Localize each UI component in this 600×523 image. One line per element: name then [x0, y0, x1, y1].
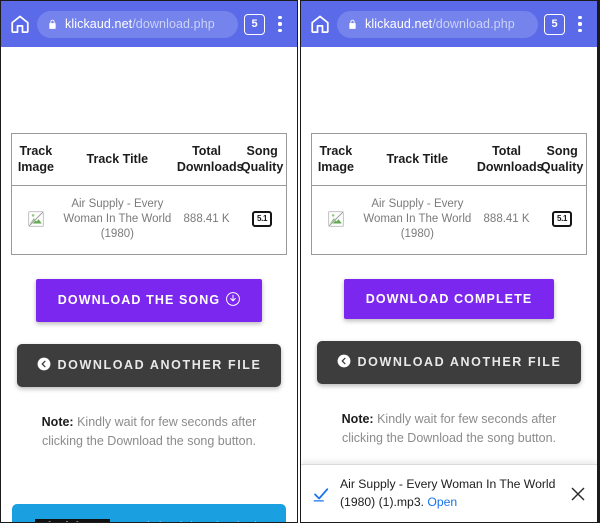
- lock-icon: [47, 18, 58, 31]
- url-domain: klickaud.net: [65, 17, 133, 31]
- download-another-file-button[interactable]: DOWNLOAD ANOTHER FILE: [16, 343, 282, 387]
- more-vertical-icon[interactable]: [571, 13, 589, 35]
- right-phone-screenshot: klickaud.net/download.php 5 Track Image …: [300, 0, 598, 523]
- table-row: Air Supply - Every Woman In The World (1…: [12, 186, 287, 255]
- close-icon[interactable]: [569, 485, 587, 503]
- disclaimer-label: Disclaimer:: [34, 519, 111, 522]
- quality-badge: 5.1: [551, 211, 573, 228]
- disclaimer-box: Disclaimer: SoundCloud downloader is onl…: [12, 504, 286, 522]
- back-arrow-circle-icon: [337, 354, 351, 371]
- url-text: klickaud.net/download.php: [365, 17, 515, 31]
- note-label: Note:: [341, 411, 374, 426]
- column-header-total-downloads: Total Downloads: [474, 133, 544, 186]
- cell-track-title: Air Supply - Every Woman In The World (1…: [363, 198, 472, 240]
- home-icon[interactable]: [309, 13, 331, 35]
- secondary-button-row: DOWNLOAD ANOTHER FILE: [301, 319, 597, 384]
- download-another-file-label: DOWNLOAD ANOTHER FILE: [357, 354, 562, 369]
- download-the-song-button[interactable]: DOWNLOAD THE SONG: [35, 278, 263, 322]
- top-spacer: [301, 47, 597, 133]
- url-text: klickaud.net/download.php: [65, 17, 215, 31]
- download-circle-icon: [226, 291, 241, 309]
- tab-count-button[interactable]: 5: [544, 13, 565, 35]
- column-header-track-title: Track Title: [59, 133, 175, 186]
- broken-image-icon: [27, 211, 44, 228]
- cell-total-downloads: 888.41 K: [483, 212, 530, 225]
- primary-button-row: DOWNLOAD THE SONG: [1, 255, 297, 322]
- browser-toolbar: klickaud.net/download.php 5: [301, 1, 597, 47]
- download-complete-label: DOWNLOAD COMPLETE: [365, 291, 533, 306]
- check-mark-icon: [312, 485, 330, 503]
- track-table: Track Image Track Title Total Downloads …: [311, 133, 587, 255]
- column-header-song-quality: Song Quality: [538, 133, 587, 186]
- top-spacer: [1, 47, 297, 133]
- download-another-file-label: DOWNLOAD ANOTHER FILE: [57, 357, 262, 372]
- table-row: Air Supply - Every Woman In The World (1…: [312, 186, 587, 255]
- left-phone-screenshot: klickaud.net/download.php 5 Track Image …: [0, 0, 298, 523]
- note-text: Note: Kindly wait for few seconds after …: [320, 410, 578, 449]
- side-by-side-screenshot-comparison: klickaud.net/download.php 5 Track Image …: [0, 0, 600, 523]
- note-label: Note:: [41, 414, 74, 429]
- cell-total-downloads: 888.41 K: [183, 212, 230, 225]
- url-domain: klickaud.net: [365, 17, 433, 31]
- cell-song-quality: 5.1: [238, 186, 286, 255]
- cell-track-image: [12, 186, 60, 255]
- column-header-track-image: Track Image: [11, 133, 60, 186]
- url-path: /download.php: [132, 17, 215, 31]
- download-another-file-button[interactable]: DOWNLOAD ANOTHER FILE: [316, 340, 582, 384]
- column-header-song-quality: Song Quality: [238, 133, 287, 186]
- page-content: Track Image Track Title Total Downloads …: [1, 47, 297, 522]
- cell-track-image: [312, 186, 360, 255]
- more-vertical-icon[interactable]: [271, 13, 289, 35]
- back-arrow-circle-icon: [37, 357, 51, 374]
- download-notification-bar: Air Supply - Every Woman In The World (1…: [301, 464, 597, 522]
- cell-song-quality: 5.1: [538, 186, 586, 255]
- track-table: Track Image Track Title Total Downloads …: [11, 133, 287, 255]
- download-the-song-label: DOWNLOAD THE SONG: [57, 292, 221, 307]
- column-header-track-image: Track Image: [311, 133, 360, 186]
- open-file-link[interactable]: Open: [427, 495, 457, 509]
- note-body: Kindly wait for few seconds after clicki…: [341, 411, 557, 446]
- quality-badge: 5.1: [251, 211, 273, 228]
- note-text: Note: Kindly wait for few seconds after …: [20, 413, 278, 452]
- page-content: Track Image Track Title Total Downloads …: [301, 47, 597, 522]
- secondary-button-row: DOWNLOAD ANOTHER FILE: [1, 322, 297, 387]
- url-bar[interactable]: klickaud.net/download.php: [37, 10, 238, 38]
- cell-track-title: Air Supply - Every Woman In The World (1…: [63, 198, 172, 240]
- tab-count-button[interactable]: 5: [244, 13, 265, 35]
- download-file-text: Air Supply - Every Woman In The World (1…: [340, 476, 559, 511]
- lock-icon: [347, 18, 358, 31]
- note-body: Kindly wait for few seconds after clicki…: [41, 414, 257, 449]
- primary-button-row: DOWNLOAD COMPLETE: [301, 255, 597, 319]
- broken-image-icon: [327, 211, 344, 228]
- download-complete-button[interactable]: DOWNLOAD COMPLETE: [343, 278, 555, 319]
- browser-toolbar: klickaud.net/download.php 5: [1, 1, 297, 47]
- column-header-track-title: Track Title: [359, 133, 475, 186]
- url-path: /download.php: [432, 17, 515, 31]
- table-header-row: Track Image Track Title Total Downloads …: [311, 133, 587, 186]
- table-header-row: Track Image Track Title Total Downloads …: [11, 133, 287, 186]
- column-header-total-downloads: Total Downloads: [174, 133, 244, 186]
- url-bar[interactable]: klickaud.net/download.php: [337, 10, 538, 38]
- home-icon[interactable]: [9, 13, 31, 35]
